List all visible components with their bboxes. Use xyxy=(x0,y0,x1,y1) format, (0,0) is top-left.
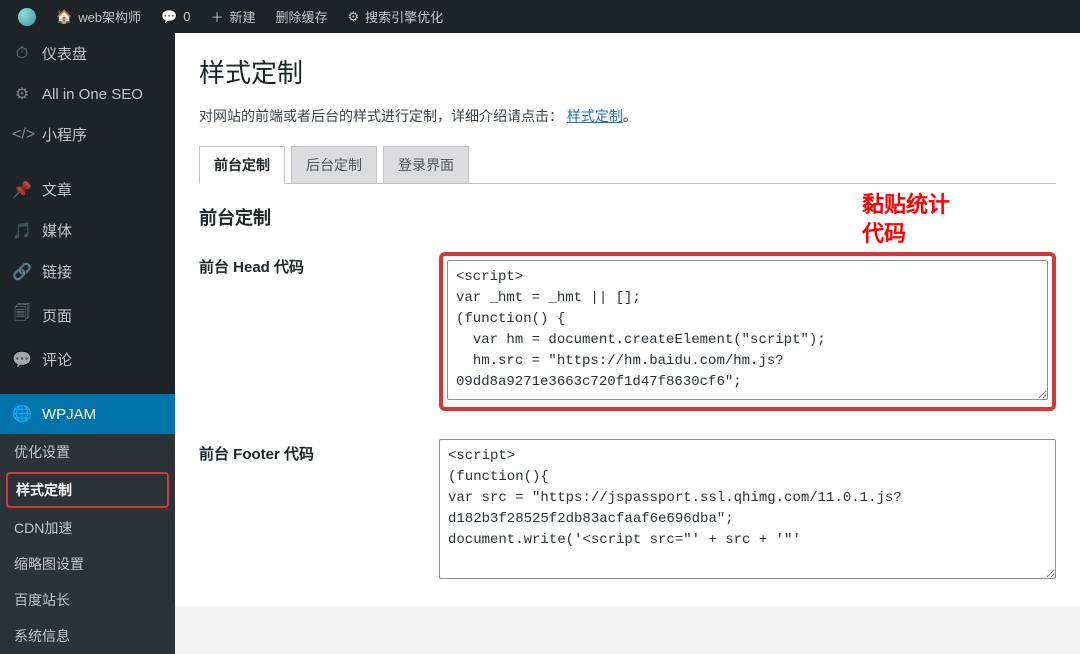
gear-icon: ⚙ xyxy=(348,9,360,25)
tab-login[interactable]: 登录界面 xyxy=(383,146,469,183)
sidebar-item-label: 媒体 xyxy=(42,220,72,241)
head-code-label: 前台 Head 代码 xyxy=(199,252,439,277)
page-title: 样式定制 xyxy=(199,53,1056,90)
sidebar-item-media[interactable]: 🎵 媒体 xyxy=(0,210,175,251)
sidebar-item-pages[interactable]: 🗐 页面 xyxy=(0,292,175,339)
submenu-item-optimize[interactable]: 优化设置 xyxy=(0,434,175,470)
comment-count: 0 xyxy=(183,9,190,24)
site-menu[interactable] xyxy=(8,0,46,33)
dashboard-icon: ⏱ xyxy=(12,45,32,63)
tabs: 前台定制 后台定制 登录界面 xyxy=(199,146,1056,184)
sidebar-item-label: All in One SEO xyxy=(42,86,143,103)
tab-frontend[interactable]: 前台定制 xyxy=(199,146,285,184)
seo-link[interactable]: ⚙ 搜索引擎优化 xyxy=(338,0,454,33)
submenu-item-baidu[interactable]: 百度站长 xyxy=(0,582,175,618)
sidebar-item-label: WPJAM xyxy=(42,406,96,423)
aioseo-icon: ⚙ xyxy=(12,84,32,104)
clear-cache-link[interactable]: 删除缓存 xyxy=(266,0,338,33)
site-name: web架构师 xyxy=(78,7,141,26)
site-name-link[interactable]: 🏠 web架构师 xyxy=(46,0,151,33)
desc-suffix: 。 xyxy=(623,108,637,124)
new-content-link[interactable]: ＋ 新建 xyxy=(200,0,265,33)
submenu-item-styles[interactable]: 样式定制 xyxy=(6,472,169,508)
admin-sidebar: ⏱ 仪表盘 ⚙ All in One SEO </> 小程序 📌 文章 🎵 媒体… xyxy=(0,33,175,606)
footer-code-label: 前台 Footer 代码 xyxy=(199,439,439,464)
submenu-item-cdn[interactable]: CDN加速 xyxy=(0,510,175,546)
home-icon: 🏠 xyxy=(56,9,72,25)
desc-prefix: 对网站的前端或者后台的样式进行定制，详细介绍请点击： xyxy=(199,108,563,124)
sidebar-item-label: 页面 xyxy=(42,305,72,326)
comment-icon: 💬 xyxy=(12,350,32,370)
sidebar-item-miniprogram[interactable]: </> 小程序 xyxy=(0,114,175,155)
head-code-highlight xyxy=(439,252,1056,411)
head-code-textarea[interactable] xyxy=(447,260,1048,400)
sidebar-item-comments[interactable]: 💬 评论 xyxy=(0,339,175,380)
submenu-item-thumbnail[interactable]: 缩略图设置 xyxy=(0,546,175,582)
cache-label: 删除缓存 xyxy=(276,7,328,26)
sidebar-item-label: 仪表盘 xyxy=(42,43,87,64)
tab-backend[interactable]: 后台定制 xyxy=(291,146,377,183)
new-label: 新建 xyxy=(229,7,255,26)
wpjam-icon: 🌐 xyxy=(12,404,32,424)
desc-link[interactable]: 样式定制 xyxy=(567,108,623,124)
sidebar-item-links[interactable]: 🔗 链接 xyxy=(0,251,175,292)
sidebar-item-posts[interactable]: 📌 文章 xyxy=(0,169,175,210)
avatar-icon xyxy=(18,8,36,26)
sidebar-item-label: 评论 xyxy=(42,349,72,370)
main-content: 样式定制 对网站的前端或者后台的样式进行定制，详细介绍请点击： 样式定制。 前台… xyxy=(175,33,1080,606)
page-description: 对网站的前端或者后台的样式进行定制，详细介绍请点击： 样式定制。 xyxy=(199,106,1056,126)
sidebar-item-dashboard[interactable]: ⏱ 仪表盘 xyxy=(0,33,175,74)
plus-icon: ＋ xyxy=(210,7,223,26)
admin-topbar: 🏠 web架构师 💬 0 ＋ 新建 删除缓存 ⚙ 搜索引擎优化 xyxy=(0,0,1080,33)
annotation-text: 黏贴统计 代码 xyxy=(862,191,950,248)
media-icon: 🎵 xyxy=(12,221,32,241)
pin-icon: 📌 xyxy=(12,180,32,200)
seo-label: 搜索引擎优化 xyxy=(365,7,443,26)
submenu-item-sysinfo[interactable]: 系统信息 xyxy=(0,618,175,654)
sidebar-item-label: 链接 xyxy=(42,261,72,282)
footer-code-textarea[interactable] xyxy=(439,439,1056,579)
sidebar-item-wpjam[interactable]: 🌐 WPJAM xyxy=(0,394,175,434)
comment-icon: 💬 xyxy=(161,9,177,25)
link-icon: 🔗 xyxy=(12,262,32,282)
sidebar-item-aioseo[interactable]: ⚙ All in One SEO xyxy=(0,74,175,114)
wpjam-submenu: 优化设置 样式定制 CDN加速 缩略图设置 百度站长 系统信息 xyxy=(0,434,175,654)
page-icon: 🗐 xyxy=(12,302,32,329)
miniprogram-icon: </> xyxy=(12,126,32,144)
sidebar-item-label: 文章 xyxy=(42,179,72,200)
comments-link[interactable]: 💬 0 xyxy=(151,0,200,33)
sidebar-item-label: 小程序 xyxy=(42,124,87,145)
